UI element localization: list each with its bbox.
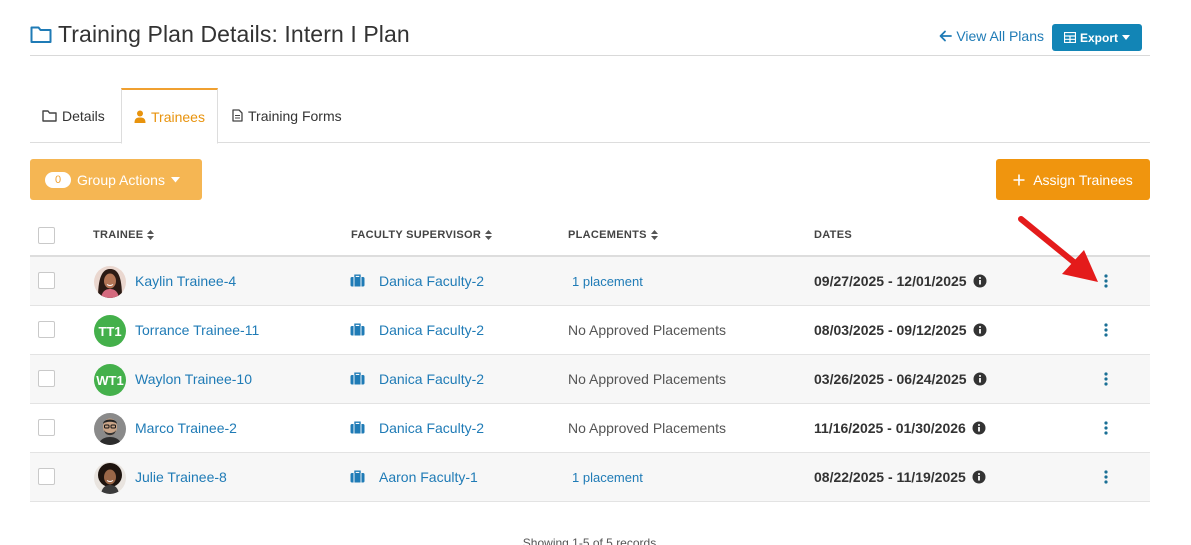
date-range-text: 08/03/2025 - 09/12/2025	[814, 322, 967, 338]
briefcase-icon	[350, 470, 365, 488]
column-header-placements-label: PLACEMENTS	[568, 229, 647, 241]
trainee-link[interactable]: Kaylin Trainee-4	[135, 273, 236, 289]
info-icon[interactable]	[972, 421, 986, 435]
group-actions-button[interactable]: 0 Group Actions	[30, 159, 202, 200]
info-icon[interactable]	[973, 323, 987, 337]
export-button[interactable]: Export	[1052, 24, 1142, 51]
placement-link[interactable]: 1 placement	[572, 274, 643, 289]
info-icon[interactable]	[973, 274, 987, 288]
file-icon	[232, 109, 243, 122]
row-checkbox[interactable]	[38, 272, 55, 289]
selected-count-badge: 0	[45, 171, 71, 188]
table-row: WT1 Waylon Trainee-10 Danica Faculty-2 N…	[30, 355, 1150, 404]
table-icon	[1063, 32, 1076, 43]
row-checkbox[interactable]	[38, 419, 55, 436]
placement-link[interactable]: 1 placement	[572, 470, 643, 485]
records-count: Showing 1-5 of 5 records	[522, 536, 657, 545]
tab-training-forms[interactable]: Training Forms	[232, 88, 342, 143]
briefcase-icon	[350, 421, 365, 439]
trainee-link[interactable]: Waylon Trainee-10	[135, 371, 252, 387]
title-wrap: Training Plan Details: Intern I Plan	[30, 18, 410, 50]
placement-status: No Approved Placements	[568, 420, 726, 436]
arrow-left-icon	[939, 30, 953, 42]
caret-down-icon	[170, 176, 180, 182]
faculty-supervisor-link[interactable]: Danica Faculty-2	[379, 420, 484, 436]
tab-bar: Details Trainees Training Forms	[30, 88, 1150, 144]
info-icon[interactable]	[972, 470, 986, 484]
row-actions-menu-icon[interactable]	[1096, 466, 1116, 488]
annotation-arrow-icon	[1018, 216, 1098, 282]
view-all-plans-label: View All Plans	[956, 28, 1044, 44]
placement-status: No Approved Placements	[568, 371, 726, 387]
column-header-faculty[interactable]: FACULTY SUPERVISOR	[351, 229, 493, 241]
avatar: WT1	[94, 364, 126, 396]
folder-icon	[30, 24, 52, 44]
date-range: 03/26/2025 - 06/24/2025	[814, 371, 987, 387]
avatar: TT1	[94, 315, 126, 347]
tab-trainees-label: Trainees	[151, 108, 205, 125]
tab-details[interactable]: Details	[42, 88, 105, 143]
trainee-link[interactable]: Torrance Trainee-11	[135, 322, 259, 338]
group-actions-label: Group Actions	[77, 171, 165, 188]
row-actions-menu-icon[interactable]	[1096, 319, 1116, 341]
page-title: Training Plan Details: Intern I Plan	[58, 21, 410, 47]
date-range-text: 09/27/2025 - 12/01/2025	[814, 273, 967, 289]
table-row: Kaylin Trainee-4 Danica Faculty-2 1 plac…	[30, 257, 1150, 306]
column-header-dates: DATES	[814, 229, 852, 241]
trainee-link[interactable]: Marco Trainee-2	[135, 420, 237, 436]
table-row: Julie Trainee-8 Aaron Faculty-1 1 placem…	[30, 453, 1150, 502]
faculty-supervisor-link[interactable]: Danica Faculty-2	[379, 322, 484, 338]
faculty-supervisor-link[interactable]: Aaron Faculty-1	[379, 469, 478, 485]
date-range-text: 08/22/2025 - 11/19/2025	[814, 469, 966, 485]
sort-icon	[485, 230, 493, 240]
placement-status: No Approved Placements	[568, 322, 726, 338]
briefcase-icon	[350, 372, 365, 390]
table-header: TRAINEE FACULTY SUPERVISOR PLACEMENTS DA…	[30, 213, 1150, 257]
trainee-link[interactable]: Julie Trainee-8	[135, 469, 227, 485]
export-label: Export	[1079, 30, 1118, 45]
tab-training-forms-label: Training Forms	[248, 107, 342, 124]
column-header-placements[interactable]: PLACEMENTS	[568, 229, 658, 241]
faculty-supervisor-link[interactable]: Danica Faculty-2	[379, 371, 484, 387]
tab-trainees[interactable]: Trainees	[121, 88, 218, 144]
date-range: 08/22/2025 - 11/19/2025	[814, 469, 986, 485]
folder-icon	[42, 110, 57, 122]
table-row: TT1 Torrance Trainee-11 Danica Faculty-2…	[30, 306, 1150, 355]
date-range: 08/03/2025 - 09/12/2025	[814, 322, 987, 338]
avatar	[94, 266, 126, 298]
plus-icon	[1013, 174, 1025, 185]
avatar	[94, 462, 126, 494]
view-all-plans-link[interactable]: View All Plans	[939, 28, 1044, 44]
assign-trainees-label: Assign Trainees	[1033, 171, 1133, 188]
date-range-text: 11/16/2025 - 01/30/2026	[814, 420, 966, 436]
briefcase-icon	[350, 274, 365, 292]
briefcase-icon	[350, 323, 365, 341]
row-checkbox[interactable]	[38, 321, 55, 338]
row-actions-menu-icon[interactable]	[1096, 417, 1116, 439]
row-actions-menu-icon[interactable]	[1096, 368, 1116, 390]
column-header-faculty-label: FACULTY SUPERVISOR	[351, 229, 482, 241]
row-checkbox[interactable]	[38, 468, 55, 485]
assign-trainees-button[interactable]: Assign Trainees	[996, 159, 1150, 200]
date-range: 11/16/2025 - 01/30/2026	[814, 420, 986, 436]
caret-down-icon	[1122, 34, 1130, 40]
info-icon[interactable]	[973, 372, 987, 386]
date-range-text: 03/26/2025 - 06/24/2025	[814, 371, 967, 387]
column-header-trainee-label: TRAINEE	[93, 229, 144, 241]
faculty-supervisor-link[interactable]: Danica Faculty-2	[379, 273, 484, 289]
column-header-dates-label: DATES	[814, 229, 852, 241]
select-all-checkbox[interactable]	[38, 227, 55, 244]
user-icon	[134, 110, 146, 123]
column-header-trainee[interactable]: TRAINEE	[93, 229, 155, 241]
table-row: Marco Trainee-2 Danica Faculty-2 No Appr…	[30, 404, 1150, 453]
trainees-table: TRAINEE FACULTY SUPERVISOR PLACEMENTS DA…	[30, 213, 1150, 502]
sort-icon	[650, 230, 658, 240]
date-range: 09/27/2025 - 12/01/2025	[814, 273, 987, 289]
tab-details-label: Details	[62, 107, 105, 124]
avatar	[94, 413, 126, 445]
row-checkbox[interactable]	[38, 370, 55, 387]
page-header: Training Plan Details: Intern I Plan Vie…	[30, 18, 1150, 56]
sort-icon	[147, 230, 155, 240]
